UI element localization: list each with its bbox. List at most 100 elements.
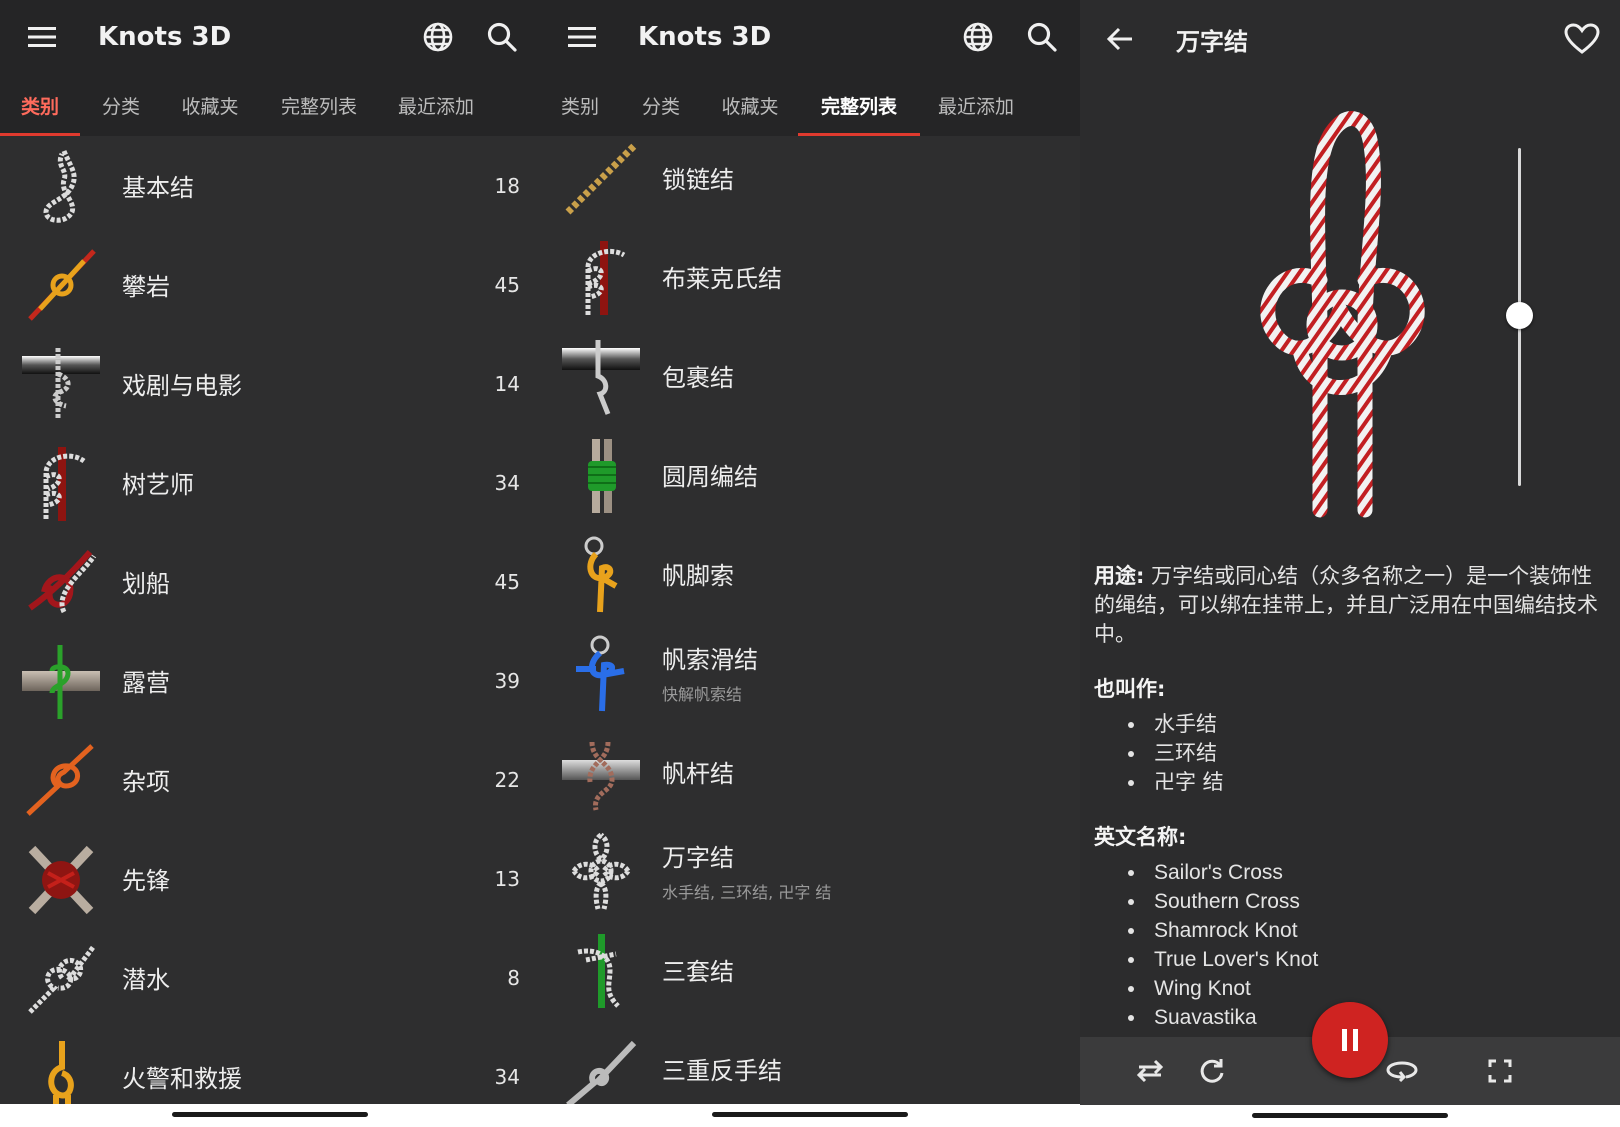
pause-button[interactable] xyxy=(1312,1002,1388,1078)
list-item[interactable]: 树艺师 34 xyxy=(0,433,540,532)
aka-heading: 也叫作: xyxy=(1094,677,1166,701)
pause-icon xyxy=(1342,1029,1358,1051)
category-label: 攀岩 xyxy=(122,273,170,301)
category-count: 22 xyxy=(494,767,520,792)
list-item[interactable]: 三重反手结 xyxy=(540,1019,1080,1104)
heart-icon[interactable] xyxy=(1562,19,1602,59)
knot-thumbnail xyxy=(22,443,100,523)
app-bar: Knots 3D xyxy=(540,0,1080,74)
list-item[interactable]: 布莱克氏结 xyxy=(540,227,1080,326)
fullscreen-icon[interactable] xyxy=(1480,1051,1520,1091)
english-names-heading: 英文名称: xyxy=(1094,825,1187,849)
knot-title: 万字结 xyxy=(1176,27,1248,56)
usage-label: 用途: xyxy=(1094,564,1145,588)
category-label: 潜水 xyxy=(122,966,170,994)
list-item[interactable]: 帆杆结 xyxy=(540,722,1080,821)
swap-icon[interactable] xyxy=(1130,1051,1170,1091)
aka-list: 水手结 三环结 卍字 结 xyxy=(1128,710,1604,797)
category-label: 基本结 xyxy=(122,174,194,202)
knot-thumbnail xyxy=(562,237,640,317)
list-item[interactable]: 圆周编结 xyxy=(540,425,1080,524)
tab-recently-added[interactable]: 最近添加 xyxy=(920,74,1032,136)
tab-bar: 类别 分类 收藏夹 完整列表 最近添加 xyxy=(0,74,540,136)
categories-screen: Knots 3D 类别 分类 收藏夹 完整列表 最近添加 基本结 18 攀岩 4… xyxy=(0,0,540,1127)
knot-label: 帆杆结 xyxy=(662,760,734,788)
category-label: 戏剧与电影 xyxy=(122,372,242,400)
list-item[interactable]: 帆索滑结 快解帆索结 xyxy=(540,623,1080,722)
knot-3d-view[interactable] xyxy=(1240,110,1440,530)
menu-icon[interactable] xyxy=(22,17,62,57)
zoom-slider-thumb[interactable] xyxy=(1506,302,1533,329)
list-item[interactable]: 杂项 22 xyxy=(0,730,540,829)
home-indicator[interactable] xyxy=(1252,1113,1448,1118)
list-item[interactable]: 锁链结 xyxy=(540,128,1080,227)
knot-thumbnail xyxy=(562,138,640,218)
knot-thumbnail xyxy=(562,732,640,812)
app-title: Knots 3D xyxy=(98,22,232,52)
category-label: 先锋 xyxy=(122,867,170,895)
list-item[interactable]: 万字结 水手结, 三环结, 卍字 结 xyxy=(540,821,1080,920)
knot-label: 锁链结 xyxy=(662,166,734,194)
app-bar: Knots 3D xyxy=(0,0,540,74)
tab-classification[interactable]: 分类 xyxy=(620,74,702,136)
list-item[interactable]: 露营 39 xyxy=(0,631,540,730)
knot-thumbnail xyxy=(562,831,640,911)
knot-label: 帆脚索 xyxy=(662,562,734,590)
category-label: 杂项 xyxy=(122,768,170,796)
tab-full-list[interactable]: 完整列表 xyxy=(798,74,920,136)
list-item[interactable]: 三套结 xyxy=(540,920,1080,1019)
category-label: 露营 xyxy=(122,669,170,697)
tab-full-list[interactable]: 完整列表 xyxy=(258,74,380,136)
list-item[interactable]: 先锋 13 xyxy=(0,829,540,928)
category-count: 34 xyxy=(494,1064,520,1089)
list-item[interactable]: 帆脚索 xyxy=(540,524,1080,623)
list-item[interactable]: 包裹结 xyxy=(540,326,1080,425)
loop-icon[interactable] xyxy=(1382,1051,1422,1091)
english-name-item: Southern Cross xyxy=(1128,887,1604,916)
rotate-icon[interactable] xyxy=(1192,1051,1232,1091)
search-icon[interactable] xyxy=(482,17,522,57)
back-arrow-icon[interactable] xyxy=(1100,19,1140,59)
list-item[interactable]: 潜水 8 xyxy=(0,928,540,1027)
tab-recently-added[interactable]: 最近添加 xyxy=(380,74,492,136)
knot-label: 三套结 xyxy=(662,958,734,986)
knot-thumbnail xyxy=(22,146,100,226)
list-item[interactable]: 攀岩 45 xyxy=(0,235,540,334)
knot-alias: 水手结, 三环结, 卍字 结 xyxy=(662,883,832,902)
knot-thumbnail xyxy=(22,938,100,1018)
globe-icon[interactable] xyxy=(418,17,458,57)
category-list: 基本结 18 攀岩 45 戏剧与电影 14 树艺师 34 划船 45 露营 39 xyxy=(0,136,540,1104)
category-label: 火警和救援 xyxy=(122,1065,242,1093)
menu-icon[interactable] xyxy=(562,17,602,57)
tab-categories[interactable]: 类别 xyxy=(0,74,80,136)
knot-thumbnail xyxy=(22,641,100,721)
home-indicator[interactable] xyxy=(172,1112,368,1117)
category-label: 划船 xyxy=(122,570,170,598)
knot-thumbnail xyxy=(22,542,100,622)
tab-classification[interactable]: 分类 xyxy=(80,74,162,136)
home-indicator[interactable] xyxy=(712,1112,908,1117)
knot-list: 锁链结 布莱克氏结 包裹结 圆周编结 帆脚索 帆索滑结 快解帆索结 帆杆结 万字… xyxy=(540,128,1080,1104)
usage-paragraph: 用途: 万字结或同心结（众多名称之一）是一个装饰性的绳结，可以绑在挂带上，并且广… xyxy=(1094,562,1604,649)
knot-thumbnail xyxy=(22,344,100,424)
list-item[interactable]: 基本结 18 xyxy=(0,136,540,235)
knot-label: 圆周编结 xyxy=(662,463,758,491)
knot-label: 三重反手结 xyxy=(662,1057,782,1085)
full-list-screen: Knots 3D 类别 分类 收藏夹 完整列表 最近添加 锁链结 布莱克氏结 包… xyxy=(540,0,1080,1127)
list-item[interactable]: 划船 45 xyxy=(0,532,540,631)
tab-favorites[interactable]: 收藏夹 xyxy=(702,74,798,136)
knot-thumbnail xyxy=(562,336,640,416)
knot-thumbnail xyxy=(562,633,640,713)
search-icon[interactable] xyxy=(1022,17,1062,57)
list-item[interactable]: 戏剧与电影 14 xyxy=(0,334,540,433)
tab-categories[interactable]: 类别 xyxy=(540,74,620,136)
tab-favorites[interactable]: 收藏夹 xyxy=(162,74,258,136)
category-count: 8 xyxy=(507,965,520,990)
category-count: 18 xyxy=(494,173,520,198)
globe-icon[interactable] xyxy=(958,17,998,57)
knot-thumbnail xyxy=(22,740,100,820)
category-count: 45 xyxy=(494,569,520,594)
list-item[interactable]: 火警和救援 34 xyxy=(0,1027,540,1104)
category-count: 34 xyxy=(494,470,520,495)
aka-item: 卍字 结 xyxy=(1128,768,1604,797)
